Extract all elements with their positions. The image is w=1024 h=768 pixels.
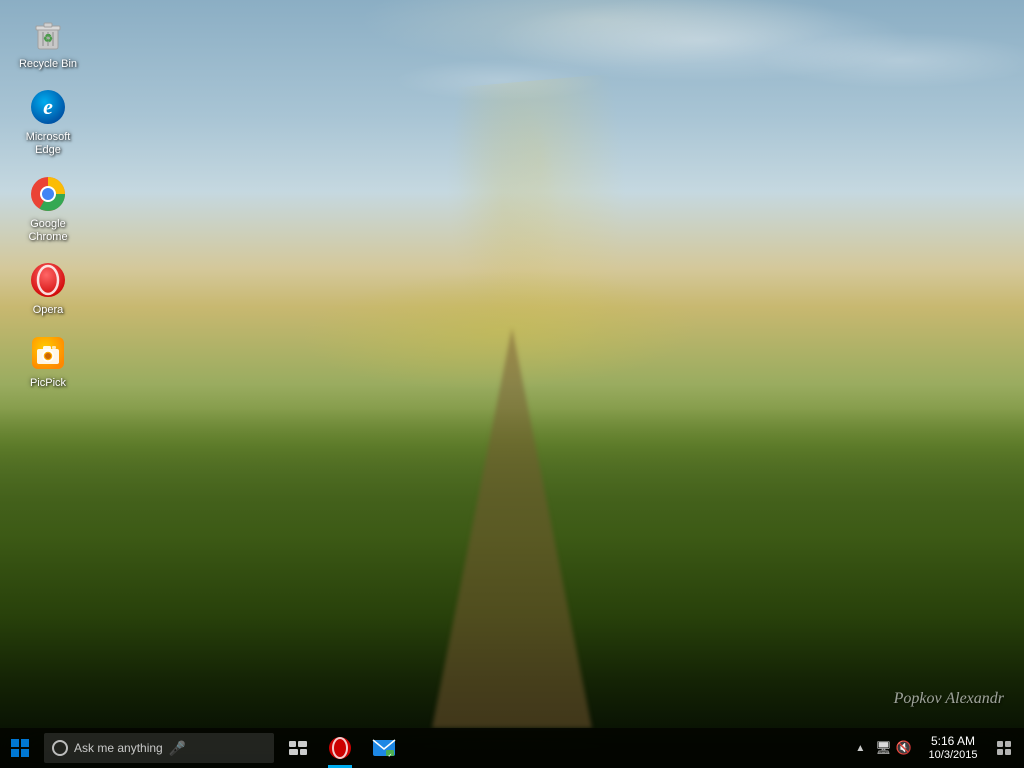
taskbar-mail-button[interactable]: ✓ (362, 728, 406, 768)
network-icon[interactable]: 🖥 (875, 740, 892, 756)
notification-center-button[interactable] (988, 728, 1020, 768)
windows-logo (11, 739, 29, 757)
opera-icon[interactable]: Opera (8, 254, 88, 323)
svg-text:✓: ✓ (388, 753, 392, 759)
search-circle-icon (52, 740, 68, 756)
google-chrome-label: Google Chrome (12, 218, 84, 244)
desktop-icons-container: ♻ Recycle Bin e Microsoft (0, 0, 96, 408)
taskbar-opera-button[interactable] (318, 728, 362, 768)
system-clock[interactable]: 5:16 AM 10/3/2015 (918, 728, 988, 768)
dirt-path (432, 328, 592, 728)
recycle-bin-img: ♻ (28, 14, 68, 54)
picpick-img (28, 333, 68, 373)
clock-date: 10/3/2015 (929, 749, 978, 762)
recycle-bin-icon[interactable]: ♻ Recycle Bin (8, 8, 88, 77)
taskbar-opera-icon (328, 736, 352, 760)
svg-text:e: e (43, 94, 53, 119)
search-placeholder: Ask me anything (74, 741, 163, 755)
system-tray: ▲ 🖥 🔇 5:16 AM 10/3/2015 (851, 728, 1024, 768)
taskbar-mail-icon: ✓ (372, 736, 396, 760)
opera-img (28, 260, 68, 300)
microsoft-edge-img: e (28, 87, 68, 127)
picpick-icon[interactable]: PicPick (8, 327, 88, 396)
google-chrome-img (28, 174, 68, 214)
microsoft-edge-icon[interactable]: e Microsoft Edge (8, 81, 88, 163)
picpick-label: PicPick (30, 377, 66, 390)
opera-label: Opera (33, 304, 64, 317)
desktop: Popkov Alexandr ♻ (0, 0, 1024, 768)
start-button[interactable] (0, 728, 40, 768)
google-chrome-icon[interactable]: Google Chrome (8, 168, 88, 250)
search-bar[interactable]: Ask me anything 🎤 (44, 733, 274, 763)
volume-icon[interactable]: 🔇 (896, 740, 912, 756)
microsoft-edge-label: Microsoft Edge (12, 131, 84, 157)
tray-expand-button[interactable]: ▲ (851, 743, 869, 754)
task-view-button[interactable] (278, 728, 318, 768)
microphone-icon[interactable]: 🎤 (169, 740, 186, 757)
tray-icons-group: 🖥 🔇 (869, 740, 918, 756)
clock-time: 5:16 AM (931, 734, 975, 748)
taskbar: Ask me anything 🎤 (0, 728, 1024, 768)
taskbar-pinned-apps: ✓ (318, 728, 851, 768)
photographer-watermark: Popkov Alexandr (894, 690, 1004, 708)
svg-text:♻: ♻ (43, 33, 53, 45)
recycle-bin-label: Recycle Bin (19, 58, 77, 71)
